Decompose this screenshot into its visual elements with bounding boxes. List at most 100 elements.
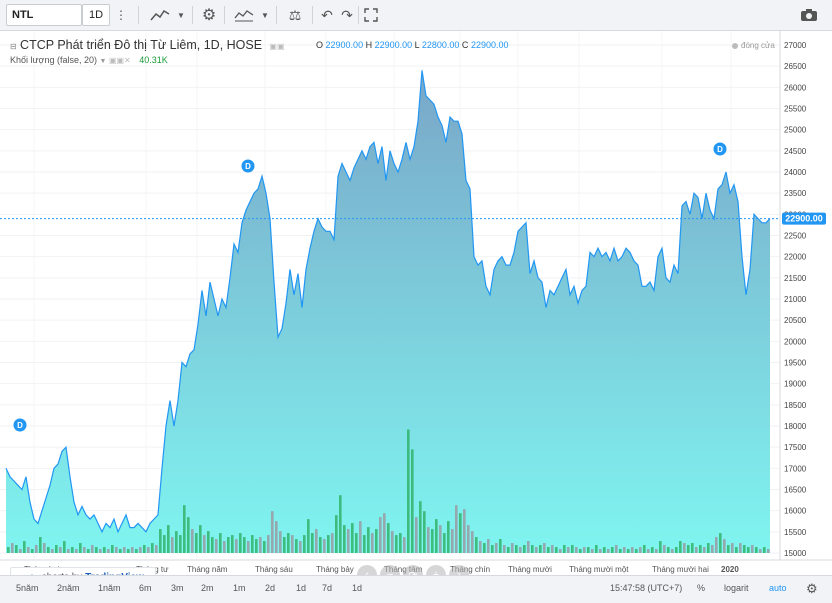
volume-bar (683, 543, 686, 553)
volume-bar (619, 549, 622, 553)
volume-bar (495, 543, 498, 553)
volume-bar (335, 515, 338, 553)
volume-bar (503, 545, 506, 553)
volume-bar (79, 543, 82, 553)
price-chart[interactable]: 15000 15500 16000 16500 17000 17500 18000 18500… (0, 31, 832, 575)
volume-bar (207, 531, 210, 553)
range-button[interactable]: 1d (296, 583, 306, 593)
settings-icon[interactable]: ⚙ (806, 581, 818, 597)
chevron-down-icon[interactable]: ▼ (174, 4, 188, 26)
volume-bar (375, 529, 378, 553)
volume-bar (455, 505, 458, 553)
volume-bar (671, 549, 674, 553)
volume-bar (555, 547, 558, 553)
volume-bar (535, 547, 538, 553)
volume-bar (607, 549, 610, 553)
compare-icon[interactable]: ⚖ (282, 4, 308, 26)
y-tick-label: 26500 (784, 62, 807, 71)
settings-icon[interactable]: ⚙ (198, 4, 220, 26)
legend-actions-icon[interactable]: ▣▣ (269, 42, 284, 51)
collapse-icon[interactable]: ⊟ (10, 42, 17, 51)
toolbar-divider (138, 6, 139, 24)
percent-toggle[interactable]: % (697, 583, 705, 593)
volume-bar (391, 531, 394, 553)
camera-icon[interactable] (796, 4, 822, 26)
volume-bar (307, 519, 310, 553)
volume-bar (67, 549, 70, 553)
volume-bar (539, 545, 542, 553)
price-axis[interactable]: 15000 15500 16000 16500 17000 17500 18000 18500… (784, 41, 807, 558)
volume-bar (195, 533, 198, 553)
volume-bar (699, 545, 702, 553)
volume-bar (239, 533, 242, 553)
volume-bar (603, 547, 606, 553)
volume-bar (527, 541, 530, 553)
chevron-down-icon[interactable]: ▼ (258, 4, 272, 26)
chart-area[interactable]: 15000 15500 16000 16500 17000 17500 18000 18500… (0, 31, 832, 589)
volume-bar (583, 547, 586, 553)
dividend-marker-label: D (17, 421, 23, 430)
y-tick-label: 26000 (784, 83, 807, 92)
y-tick-label: 15000 (784, 549, 807, 558)
volume-bar (39, 537, 42, 553)
log-toggle[interactable]: logarit (724, 583, 749, 593)
y-tick-label: 16500 (784, 486, 807, 495)
range-button[interactable]: 7d (322, 583, 332, 593)
volume-actions-icon[interactable]: ▣▣✕ (109, 56, 131, 65)
volume-bar (99, 549, 102, 553)
volume-bar (11, 543, 14, 553)
volume-bar (511, 543, 514, 553)
range-button[interactable]: 1d (352, 583, 362, 593)
volume-bar (347, 529, 350, 553)
close-label: C (461, 40, 469, 50)
volume-bar (103, 547, 106, 553)
volume-bar (763, 547, 766, 553)
close-value: 22900.00 (470, 40, 509, 50)
range-button[interactable]: 3m (171, 583, 184, 593)
volume-bar (275, 521, 278, 553)
ohlc-values: O 22900.00 H 22900.00 L 22800.00 C 22900… (316, 40, 508, 50)
volume-bar (171, 537, 174, 553)
volume-bar (471, 531, 474, 553)
volume-bar (267, 535, 270, 553)
interval-select[interactable]: 1D (82, 4, 110, 26)
volume-legend: Khối lượng (false, 20) ▼ ▣▣✕ 40.31K (10, 55, 168, 65)
volume-bar (667, 547, 670, 553)
volume-bar (75, 549, 78, 553)
y-tick-label: 22000 (784, 253, 807, 262)
range-button[interactable]: 6m (139, 583, 152, 593)
volume-bar (23, 541, 26, 553)
volume-bar (739, 543, 742, 553)
last-price-tag: 22900.00 (782, 212, 826, 225)
auto-toggle[interactable]: auto (769, 583, 787, 593)
range-button[interactable]: 1m (233, 583, 246, 593)
range-button[interactable]: 1năm (98, 583, 121, 593)
volume-bar (227, 537, 230, 553)
low-value: 22800.00 (421, 40, 460, 50)
y-tick-label: 25000 (784, 126, 807, 135)
interval-menu-icon[interactable]: ⋮ (110, 4, 132, 26)
range-button[interactable]: 5năm (16, 583, 39, 593)
redo-icon[interactable]: ↷ (336, 4, 358, 26)
chevron-down-icon[interactable]: ▼ (99, 58, 106, 65)
volume-bar (147, 547, 150, 553)
high-value: 22900.00 (374, 40, 413, 50)
line-style-icon[interactable] (146, 4, 174, 26)
volume-bar (663, 545, 666, 553)
range-button[interactable]: 2năm (57, 583, 80, 593)
volume-bar (615, 545, 618, 553)
range-button[interactable]: 2m (201, 583, 214, 593)
volume-bar (251, 535, 254, 553)
range-button[interactable]: 2d (265, 583, 275, 593)
fullscreen-icon[interactable] (360, 4, 382, 26)
volume-bar (111, 545, 114, 553)
symbol-input[interactable]: NTL (6, 4, 82, 26)
undo-icon[interactable]: ↶ (316, 4, 338, 26)
volume-bar (315, 529, 318, 553)
volume-bar (339, 495, 342, 553)
indicators-icon[interactable] (230, 4, 258, 26)
volume-bar (187, 517, 190, 553)
volume-bar (255, 539, 258, 553)
toolbar-divider (358, 6, 359, 24)
volume-bar (215, 539, 218, 553)
